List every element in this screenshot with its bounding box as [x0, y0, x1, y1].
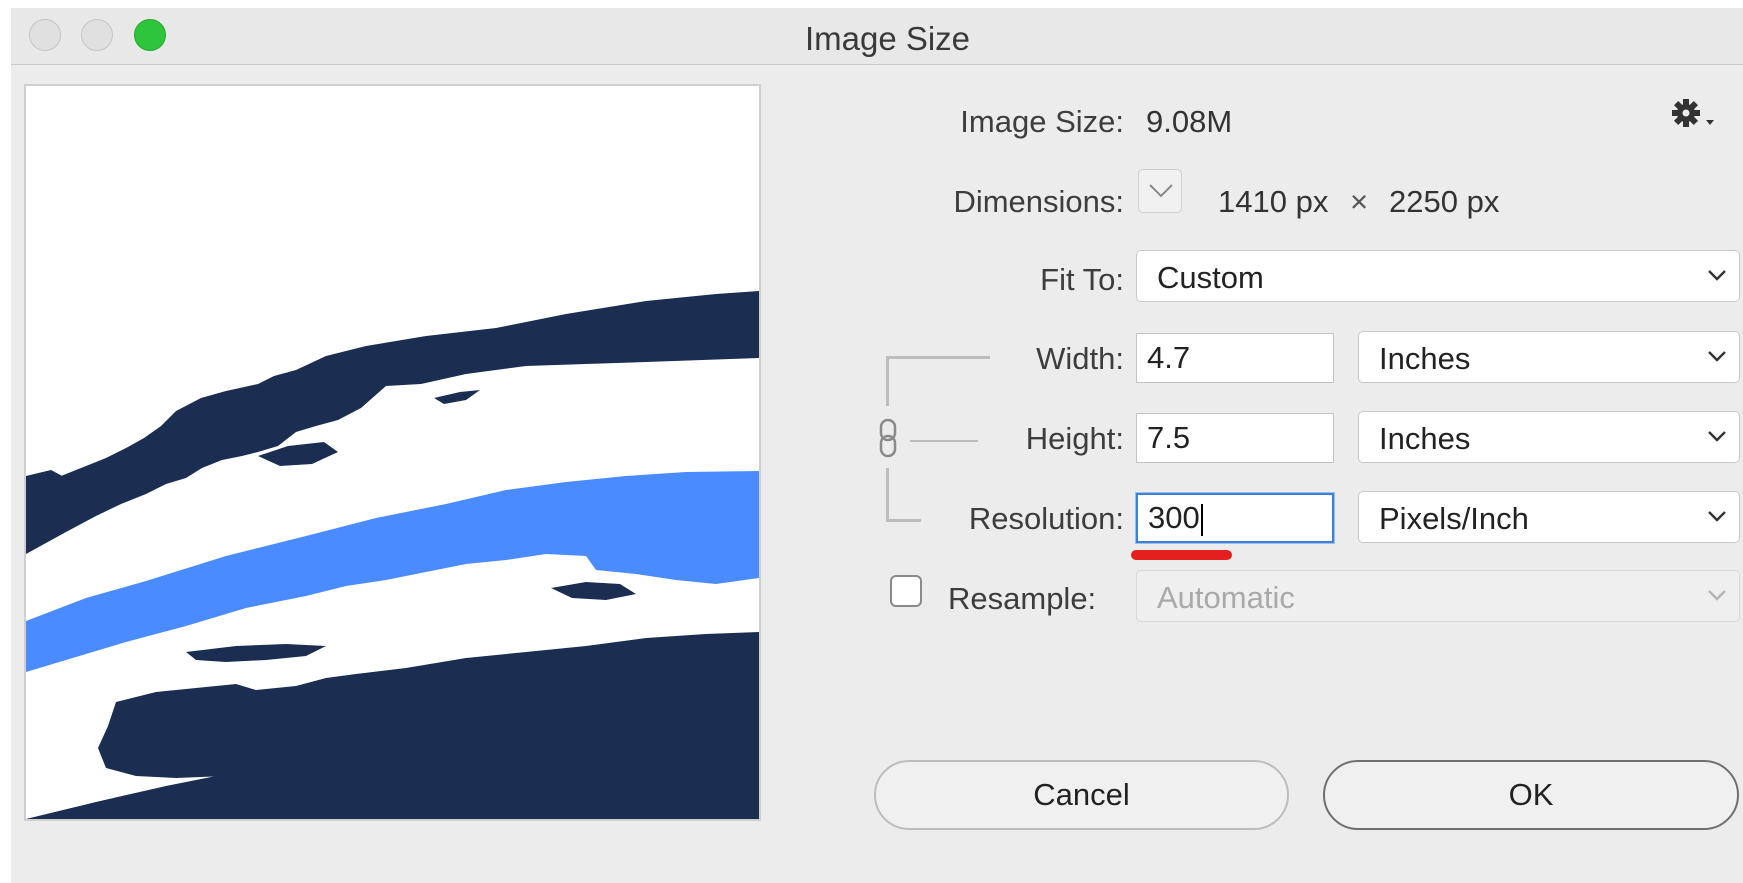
chevron-down-icon [1708, 511, 1726, 522]
image-size-value: 9.08M [1146, 104, 1233, 139]
resample-checkbox[interactable] [890, 575, 922, 607]
height-unit-value: Inches [1379, 421, 1471, 456]
resolution-input-value: 300 [1148, 500, 1200, 535]
fit-to-select[interactable]: Custom [1136, 250, 1740, 302]
constrain-bracket-lower [886, 468, 889, 521]
height-unit-select[interactable]: Inches [1358, 411, 1740, 463]
chain-link-icon[interactable] [877, 418, 899, 458]
red-underline-annotation [1131, 550, 1232, 560]
resample-label[interactable]: Resample: [948, 581, 1096, 617]
gear-icon[interactable] [1670, 96, 1720, 132]
dimensions-height: 2250 px [1389, 184, 1500, 219]
chevron-down-icon [1708, 270, 1726, 281]
height-label: Height: [1025, 421, 1124, 456]
text-caret [1200, 503, 1203, 536]
width-unit-value: Inches [1379, 341, 1471, 376]
window-title: Image Size [804, 20, 971, 57]
resolution-label: Resolution: [968, 501, 1124, 536]
image-preview[interactable] [24, 84, 761, 821]
resolution-unit-select[interactable]: Pixels/Inch [1358, 491, 1740, 543]
title-bar: Image Size [11, 8, 1743, 65]
resolution-input[interactable]: 300 [1136, 493, 1334, 543]
constrain-bracket-top [886, 356, 990, 359]
width-input[interactable]: 4.7 [1136, 333, 1334, 383]
constrain-bracket-middle [910, 440, 978, 442]
resample-method-select: Automatic [1136, 570, 1740, 622]
chevron-down-icon [1708, 590, 1726, 601]
constrain-bracket-bottom [886, 519, 921, 522]
ok-button[interactable]: OK [1323, 760, 1739, 830]
chevron-down-icon [1149, 184, 1173, 198]
image-size-label: Image Size: [960, 104, 1124, 139]
chevron-down-icon [1708, 431, 1726, 442]
chevron-down-icon [1708, 351, 1726, 362]
fit-to-value: Custom [1157, 260, 1264, 295]
width-unit-select[interactable]: Inches [1358, 331, 1740, 383]
resample-method-value: Automatic [1157, 580, 1295, 615]
width-label: Width: [1036, 341, 1124, 376]
dimensions-width: 1410 px [1218, 184, 1329, 219]
constrain-bracket-upper [886, 356, 889, 406]
dimensions-label: Dimensions: [953, 184, 1124, 219]
preview-artwork [26, 86, 759, 819]
fit-to-label: Fit To: [1040, 262, 1124, 297]
dimensions-unit-toggle[interactable] [1138, 169, 1182, 213]
height-input[interactable]: 7.5 [1136, 413, 1334, 463]
resolution-unit-value: Pixels/Inch [1379, 501, 1529, 536]
cancel-button[interactable]: Cancel [874, 760, 1289, 830]
dimensions-times: × [1350, 184, 1369, 219]
